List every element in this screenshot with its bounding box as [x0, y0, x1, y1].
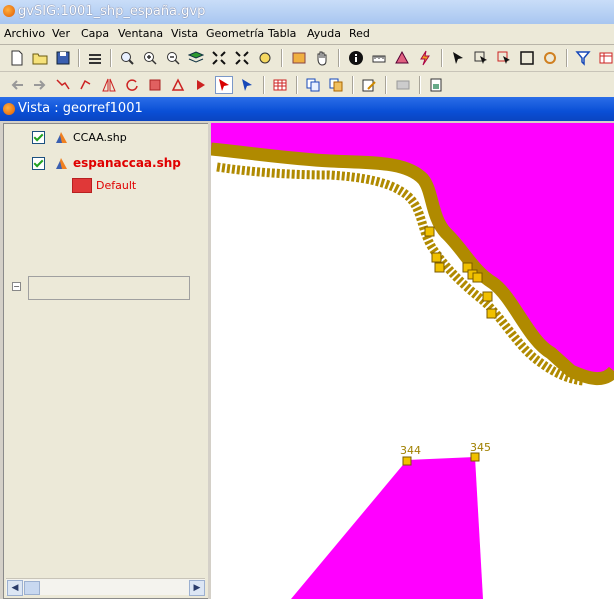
- layer-espanaccaa-checkbox[interactable]: [32, 156, 45, 170]
- menu-capa[interactable]: Capa: [81, 27, 109, 40]
- locator-icon[interactable]: [290, 49, 308, 67]
- hyperlink-icon[interactable]: [416, 49, 434, 67]
- pan-hand-icon[interactable]: [313, 49, 331, 67]
- view-title: Vista : georref1001: [18, 101, 143, 116]
- collapse-toggle-icon[interactable]: −: [12, 282, 21, 291]
- filter-icon[interactable]: [574, 49, 592, 67]
- rotate-icon[interactable]: [123, 76, 141, 94]
- menu-ventana[interactable]: Ventana: [118, 27, 163, 40]
- zoom-previous-icon[interactable]: [256, 49, 274, 67]
- complex-select-icon[interactable]: [238, 76, 256, 94]
- edit-toolbar: [0, 72, 614, 97]
- vertex-marker: [470, 452, 480, 462]
- zoom-extent-icon[interactable]: [233, 49, 251, 67]
- menu-ver[interactable]: Ver: [52, 27, 70, 40]
- menu-tabla[interactable]: Tabla: [268, 27, 296, 40]
- select-box-icon[interactable]: [518, 49, 536, 67]
- view-titlebar: Vista : georref1001: [0, 97, 614, 121]
- copy-layer-icon[interactable]: [304, 76, 322, 94]
- measure-area-icon[interactable]: [393, 49, 411, 67]
- table-icon[interactable]: [597, 49, 614, 67]
- zoom-in-icon[interactable]: [141, 49, 159, 67]
- scale-icon[interactable]: [146, 76, 164, 94]
- info-icon[interactable]: [347, 49, 365, 67]
- save-icon[interactable]: [54, 49, 72, 67]
- stretch-icon[interactable]: [192, 76, 210, 94]
- toc-horizontal-scrollbar[interactable]: ◀ ▶: [6, 578, 205, 596]
- map-drawing: [211, 123, 614, 599]
- edit-pencil-icon[interactable]: [360, 76, 378, 94]
- invert-selection-icon[interactable]: [541, 49, 559, 67]
- gvsig-app-icon: [3, 5, 15, 17]
- polygon-layer-icon: [56, 132, 67, 143]
- menu-archivo[interactable]: Archivo: [4, 27, 45, 40]
- symmetry-icon[interactable]: [100, 76, 118, 94]
- map-canvas[interactable]: 344 345: [211, 123, 614, 599]
- main-toolbar: [0, 45, 614, 72]
- back-arrow-icon[interactable]: [8, 76, 26, 94]
- edit-select-pointer-icon[interactable]: [215, 76, 233, 94]
- layout-icon[interactable]: [394, 76, 412, 94]
- window-titlebar: gvSIG:1001_shp_españa.gvp: [0, 0, 614, 24]
- layer-ccaa-name: CCAA.shp: [73, 130, 127, 144]
- window-title: gvSIG:1001_shp_españa.gvp: [18, 4, 206, 19]
- menu-red[interactable]: Red: [349, 27, 370, 40]
- scroll-left-icon[interactable]: ◀: [7, 580, 23, 596]
- polyline-tool-icon[interactable]: [54, 76, 72, 94]
- attribute-table-icon[interactable]: [271, 76, 289, 94]
- active-layer-highlight: [28, 276, 190, 300]
- polygon-layer-icon: [56, 158, 67, 169]
- clip-layer-icon[interactable]: [327, 76, 345, 94]
- vertex-label-345: 345: [470, 441, 491, 454]
- menu-geometria[interactable]: Geometría: [206, 27, 264, 40]
- legend-label: Default: [96, 179, 137, 192]
- select-by-rectangle-icon[interactable]: [472, 49, 490, 67]
- legend-swatch: [72, 178, 92, 193]
- open-folder-icon[interactable]: [31, 49, 49, 67]
- select-by-polygon-icon[interactable]: [495, 49, 513, 67]
- new-file-icon[interactable]: [8, 49, 26, 67]
- zoom-full-icon[interactable]: [118, 49, 136, 67]
- vertex-marker: [402, 456, 412, 466]
- print-icon[interactable]: [427, 76, 445, 94]
- measure-distance-icon[interactable]: [370, 49, 388, 67]
- scroll-right-icon[interactable]: ▶: [189, 580, 205, 596]
- layer-ccaa-checkbox[interactable]: [32, 130, 45, 144]
- edit-vertex-icon[interactable]: [169, 76, 187, 94]
- layers-manager-icon[interactable]: [86, 49, 104, 67]
- forward-arrow-icon[interactable]: [31, 76, 49, 94]
- zoom-layer-icon[interactable]: [187, 49, 205, 67]
- menu-bar: Archivo Ver Capa Ventana Vista Geometría…: [0, 24, 614, 45]
- menu-ayuda[interactable]: Ayuda: [307, 27, 341, 40]
- zoom-center-icon[interactable]: [210, 49, 228, 67]
- scroll-thumb[interactable]: [24, 581, 40, 595]
- layer-espanaccaa[interactable]: espanaccaa.shp: [32, 156, 181, 170]
- zoom-out-icon[interactable]: [164, 49, 182, 67]
- select-pointer-icon[interactable]: [449, 49, 467, 67]
- layer-ccaa[interactable]: CCAA.shp: [32, 130, 127, 144]
- table-of-contents: CCAA.shp − espanaccaa.shp Default ◀ ▶: [3, 123, 210, 599]
- vertex-label-344: 344: [400, 444, 421, 457]
- layer-espanaccaa-name: espanaccaa.shp: [73, 156, 181, 170]
- view-icon: [3, 103, 15, 115]
- move-vertex-icon[interactable]: [77, 76, 95, 94]
- menu-vista[interactable]: Vista: [171, 27, 198, 40]
